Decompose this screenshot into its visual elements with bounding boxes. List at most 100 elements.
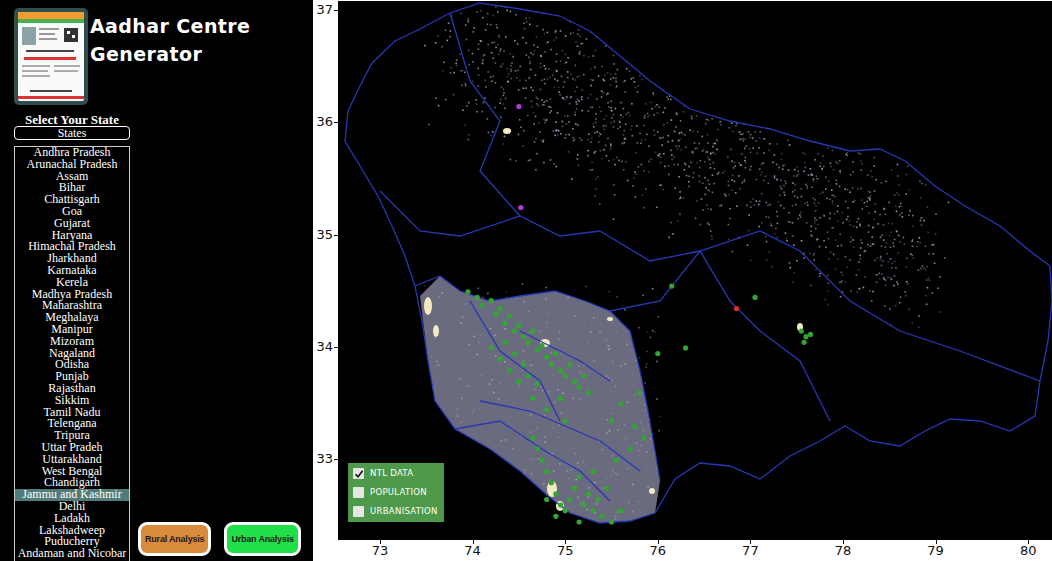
app-window: Aadhar Centre Generator Select Your Stat… — [0, 0, 1052, 561]
centre-marker — [553, 491, 558, 496]
state-option[interactable]: Tamil Nadu — [15, 407, 129, 419]
centre-marker — [572, 379, 577, 384]
centre-marker — [465, 289, 470, 294]
state-option[interactable]: Punjab — [15, 371, 129, 383]
state-option[interactable]: Manipur — [15, 324, 129, 336]
layer-toggle[interactable]: URBANISATION — [353, 505, 438, 518]
centre-marker — [512, 351, 517, 356]
state-option[interactable]: Lakshadweep — [15, 525, 129, 537]
layer-label[interactable]: NTL DATA — [370, 467, 413, 480]
centre-marker — [544, 497, 549, 502]
state-option[interactable]: Meghalaya — [15, 312, 129, 324]
night-lights-layer — [421, 1, 950, 523]
centre-marker — [752, 295, 757, 300]
state-option[interactable]: Ladakh — [15, 513, 129, 525]
state-option[interactable]: Gujarat — [15, 218, 129, 230]
centre-marker — [609, 519, 614, 524]
centre-marker — [539, 458, 544, 463]
state-option[interactable]: Jammu and Kashmir — [15, 489, 129, 501]
x-tick-label: 80 — [1020, 544, 1037, 558]
state-option[interactable]: Tripura — [15, 430, 129, 442]
centre-marker — [632, 424, 637, 429]
layer-checkbox[interactable] — [353, 487, 364, 498]
state-option[interactable]: Himachal Pradesh — [15, 241, 129, 253]
map-plot[interactable]: NTL DATA POPULATION URBANISATION — [338, 0, 1052, 540]
state-option[interactable]: Uttar Pradeh — [15, 442, 129, 454]
state-option[interactable]: Maharashtra — [15, 300, 129, 312]
state-option[interactable]: Karnataka — [15, 265, 129, 277]
layer-toggle[interactable]: POPULATION — [353, 486, 438, 499]
state-option[interactable]: Madhya Pradesh — [15, 289, 129, 301]
state-option[interactable]: Telengana — [15, 418, 129, 430]
layer-label[interactable]: URBANISATION — [370, 505, 438, 518]
centre-marker — [581, 373, 586, 378]
app-title: Aadhar Centre Generator — [90, 12, 275, 68]
centre-marker — [493, 312, 498, 317]
state-option[interactable]: Goa — [15, 206, 129, 218]
marker-series — [465, 284, 813, 525]
state-option[interactable]: Mizoram — [15, 336, 129, 348]
centre-marker — [627, 446, 632, 451]
centre-marker — [549, 362, 554, 367]
layer-legend: NTL DATA POPULATION URBANISATION — [348, 463, 444, 522]
centre-marker — [586, 390, 591, 395]
state-option[interactable]: Puducherry — [15, 536, 129, 548]
state-option[interactable]: Bihar — [15, 182, 129, 194]
centre-marker — [669, 284, 674, 289]
centre-marker — [535, 381, 540, 386]
centre-marker — [530, 435, 535, 440]
state-option[interactable]: Jharkhand — [15, 253, 129, 265]
layer-toggle[interactable]: NTL DATA — [353, 467, 438, 480]
centre-marker — [655, 351, 660, 356]
centre-marker — [618, 508, 623, 513]
centre-marker — [614, 458, 619, 463]
state-option[interactable]: Haryana — [15, 230, 129, 242]
picker-label: Select Your State — [14, 114, 130, 126]
centre-marker — [539, 343, 544, 348]
state-option[interactable]: Nagaland — [15, 348, 129, 360]
rural-analysis-button[interactable]: Rural Analysis — [138, 522, 211, 556]
centre-marker — [526, 340, 531, 345]
layer-checkbox[interactable] — [353, 468, 364, 479]
state-option[interactable]: Sikkim — [15, 395, 129, 407]
state-option[interactable]: Andaman and Nicobar — [15, 548, 129, 560]
centre-marker — [516, 104, 521, 109]
centre-marker — [558, 368, 563, 373]
urban-analysis-button[interactable]: Urban Analysis — [224, 522, 300, 556]
centre-marker — [577, 385, 582, 390]
centre-marker — [641, 435, 646, 440]
state-select-area: Select Your State States Andhra PradeshA… — [14, 105, 313, 561]
centre-marker — [553, 514, 558, 519]
centre-marker — [521, 334, 526, 339]
x-tick-label: 78 — [835, 544, 852, 558]
centre-marker — [567, 497, 572, 502]
check-icon — [354, 469, 364, 479]
x-tick-label: 77 — [742, 544, 759, 558]
y-tick-label: 35 — [316, 228, 333, 242]
state-dropdown[interactable]: States — [14, 126, 130, 140]
state-picker: Select Your State States Andhra PradeshA… — [14, 105, 130, 561]
layer-checkbox[interactable] — [353, 506, 364, 517]
x-tick-mark — [380, 540, 381, 544]
state-option[interactable]: Delhi — [15, 501, 129, 513]
state-option[interactable]: Odisha — [15, 359, 129, 371]
state-option[interactable]: Assam — [15, 171, 129, 183]
state-option[interactable]: Uttarakhand — [15, 454, 129, 466]
centre-marker — [581, 503, 586, 508]
centre-marker — [530, 329, 535, 334]
state-option[interactable]: Chattisgarh — [15, 194, 129, 206]
state-list[interactable]: Andhra PradeshArunachal PradeshAssamBiha… — [14, 146, 130, 561]
state-option[interactable]: Andhra Pradesh — [15, 147, 129, 159]
centre-marker — [489, 298, 494, 303]
centre-marker — [563, 373, 568, 378]
state-option[interactable]: Kerela — [15, 277, 129, 289]
state-option[interactable]: Arunachal Pradesh — [15, 159, 129, 171]
centre-marker — [563, 418, 568, 423]
x-tick-mark — [750, 540, 751, 544]
state-option[interactable]: Rajasthan — [15, 383, 129, 395]
centre-marker — [802, 340, 807, 345]
centre-marker — [489, 345, 494, 350]
layer-label[interactable]: POPULATION — [370, 486, 427, 499]
state-option[interactable]: West Bengal — [15, 466, 129, 478]
state-option[interactable]: Chandigarh — [15, 477, 129, 489]
